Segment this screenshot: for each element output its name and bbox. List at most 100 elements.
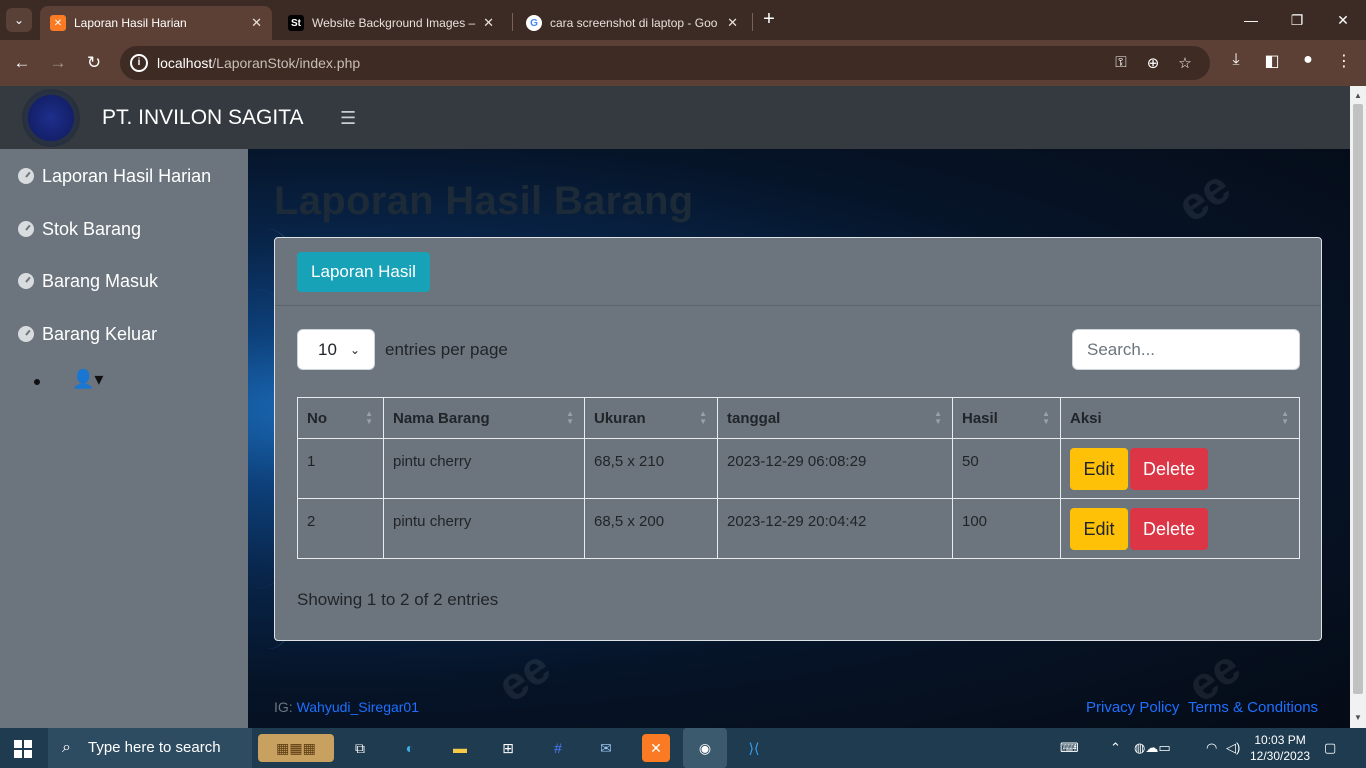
tab-google[interactable]: G cara screenshot di laptop - Goo ✕ <box>516 6 748 40</box>
keyboard-icon[interactable]: ⌨ <box>1060 740 1079 756</box>
zoom-icon[interactable]: ⊕ <box>1142 54 1164 72</box>
sort-icon: ▲ ▼ <box>934 409 942 426</box>
entries-value: 10 <box>318 340 337 359</box>
notification-icon[interactable]: ▢ <box>1324 740 1336 756</box>
app-hash-icon[interactable]: # <box>544 734 572 762</box>
search-input[interactable]: Search... <box>1072 329 1300 370</box>
side-panel-icon[interactable]: ◧ <box>1260 51 1284 71</box>
star-icon[interactable]: ☆ <box>1174 54 1196 72</box>
column-label: No <box>307 409 327 427</box>
column-header-nama-barang[interactable]: Nama Barang ▲ ▼ <box>383 397 585 439</box>
sort-icon: ▲ ▼ <box>566 409 574 426</box>
profile-icon[interactable]: ● <box>1296 51 1320 69</box>
sort-icon: ▲ ▼ <box>699 409 707 426</box>
download-icon[interactable]: ⤓ <box>1224 51 1248 69</box>
taskbar-clock[interactable]: 10:03 PM 12/30/2023 <box>1250 732 1310 764</box>
footer-ig: IG: Wahyudi_Siregar01 <box>274 699 419 715</box>
column-header-ukuran[interactable]: Ukuran ▲ ▼ <box>584 397 718 439</box>
vscode-icon[interactable]: ⟩⟨ <box>740 734 768 762</box>
close-icon[interactable]: ✕ <box>483 15 494 31</box>
sidebar-item-label: Stok Barang <box>42 218 142 239</box>
tab-separator <box>752 13 753 31</box>
sidebar-item-laporan-hasil-harian[interactable]: Laporan Hasil Harian <box>18 161 211 191</box>
tab-laporan[interactable]: ✕ Laporan Hasil Harian ✕ <box>40 6 272 40</box>
edit-button[interactable]: Edit <box>1070 508 1128 550</box>
forward-button[interactable]: → <box>46 51 70 75</box>
store-icon[interactable]: ⊞ <box>494 734 522 762</box>
main-content: ee ee ee Laporan Hasil Barang Laporan Ha… <box>248 149 1350 728</box>
report-table: No ▲ ▼ Nama Barang ▲ ▼ Ukuran ▲ ▼ tanggal ▲ ▼ Ha… <box>297 397 1300 559</box>
tachometer-icon <box>18 168 34 184</box>
site-info-icon[interactable]: i <box>130 54 148 72</box>
edge-icon[interactable]: ◐ <box>396 734 424 762</box>
tray-apps-icon[interactable]: ◍☁▭ <box>1134 740 1171 756</box>
table-row: 1 pintu cherry 68,5 x 210 2023-12-29 06:… <box>297 438 1300 499</box>
scroll-down-icon[interactable]: ▼ <box>1350 710 1366 726</box>
privacy-policy-link[interactable]: Privacy Policy <box>1086 699 1179 716</box>
taskbar-search-placeholder: Type here to search <box>88 739 221 756</box>
cell-hasil: 100 <box>952 498 1061 559</box>
column-header-hasil[interactable]: Hasil ▲ ▼ <box>952 397 1061 439</box>
task-view-icon[interactable]: ⧉ <box>346 734 374 762</box>
url-path: /LaporanStok/index.php <box>212 55 361 71</box>
search-highlight-icon[interactable]: ▦▦▦ <box>258 734 334 762</box>
browser-toolbar: ← → ↻ i localhost/LaporanStok/index.php … <box>0 40 1366 86</box>
reload-button[interactable]: ↻ <box>82 51 106 75</box>
column-header-aksi[interactable]: Aksi ▲ ▼ <box>1060 397 1300 439</box>
file-explorer-icon[interactable]: ▬ <box>446 734 474 762</box>
user-dropdown-icon[interactable]: 👤▾ <box>72 369 103 390</box>
mail-icon[interactable]: ✉ <box>592 734 620 762</box>
top-navbar: PT. INVILON SAGITA ☰ <box>0 86 1350 149</box>
scroll-thumb[interactable] <box>1353 104 1363 694</box>
page-scrollbar[interactable]: ▲ ▼ <box>1350 86 1366 728</box>
sidebar-item-stok-barang[interactable]: Stok Barang <box>18 214 141 244</box>
st-icon: St <box>288 15 304 31</box>
company-logo <box>22 89 80 147</box>
sidebar-item-barang-keluar[interactable]: Barang Keluar <box>18 319 157 349</box>
windows-taskbar: ⌕ Type here to search ▦▦▦ ⧉ ◐ ▬ ⊞ # ✉ ✕ … <box>0 728 1366 768</box>
laporan-hasil-button[interactable]: Laporan Hasil <box>297 252 430 292</box>
column-header-no[interactable]: No ▲ ▼ <box>297 397 384 439</box>
table-header-row: No ▲ ▼ Nama Barang ▲ ▼ Ukuran ▲ ▼ tanggal ▲ ▼ Ha… <box>297 397 1300 439</box>
tray-chevron-icon[interactable]: ⌃ <box>1110 740 1121 756</box>
tachometer-icon <box>18 273 34 289</box>
sidebar-item-label: Barang Keluar <box>42 323 158 344</box>
brand-name[interactable]: PT. INVILON SAGITA <box>102 106 304 130</box>
terms-conditions-link[interactable]: Terms & Conditions <box>1188 699 1318 716</box>
report-card: Laporan Hasil 10 ⌄ entries per page Sear… <box>274 237 1322 641</box>
minimize-button[interactable]: — <box>1228 8 1274 32</box>
sidebar-item-label: Laporan Hasil Harian <box>42 165 212 186</box>
key-icon[interactable]: ⚿ <box>1110 54 1132 71</box>
chrome-taskbar-icon[interactable]: ◉ <box>683 728 727 768</box>
delete-button[interactable]: Delete <box>1130 448 1208 490</box>
url-text[interactable]: localhost/LaporanStok/index.php <box>157 55 360 71</box>
instagram-link[interactable]: Wahyudi_Siregar01 <box>297 699 419 715</box>
column-label: Hasil <box>962 409 998 427</box>
windows-start-icon[interactable] <box>14 740 32 758</box>
sort-icon: ▲ ▼ <box>1042 409 1050 426</box>
wifi-icon[interactable]: ◠ <box>1206 740 1217 756</box>
delete-button[interactable]: Delete <box>1130 508 1208 550</box>
column-label: Ukuran <box>594 409 646 427</box>
restore-button[interactable]: ❐ <box>1274 8 1320 32</box>
sidebar-item-barang-masuk[interactable]: Barang Masuk <box>18 266 158 296</box>
volume-icon[interactable]: ◁) <box>1226 740 1240 756</box>
address-bar[interactable]: i localhost/LaporanStok/index.php ⚿ ⊕ ☆ <box>120 46 1210 80</box>
taskbar-search[interactable]: ⌕ Type here to search <box>48 728 252 768</box>
entries-per-page-select[interactable]: 10 ⌄ <box>297 329 375 370</box>
new-tab-button[interactable]: + <box>758 8 780 30</box>
edit-button[interactable]: Edit <box>1070 448 1128 490</box>
xampp-taskbar-icon[interactable]: ✕ <box>642 734 670 762</box>
scroll-up-icon[interactable]: ▲ <box>1350 88 1366 104</box>
close-icon[interactable]: ✕ <box>251 15 262 31</box>
hamburger-icon[interactable]: ☰ <box>340 108 356 129</box>
window-close-button[interactable]: ✕ <box>1320 8 1366 32</box>
cell-ukuran: 68,5 x 200 <box>584 498 718 559</box>
cell-ukuran: 68,5 x 210 <box>584 438 718 499</box>
menu-icon[interactable]: ⋮ <box>1332 51 1356 71</box>
close-icon[interactable]: ✕ <box>727 15 738 31</box>
back-button[interactable]: ← <box>10 51 34 75</box>
column-header-tanggal[interactable]: tanggal ▲ ▼ <box>717 397 953 439</box>
tab-background-images[interactable]: St Website Background Images – F ✕ <box>278 6 504 40</box>
tab-search-button[interactable]: ⌄ <box>6 8 32 32</box>
